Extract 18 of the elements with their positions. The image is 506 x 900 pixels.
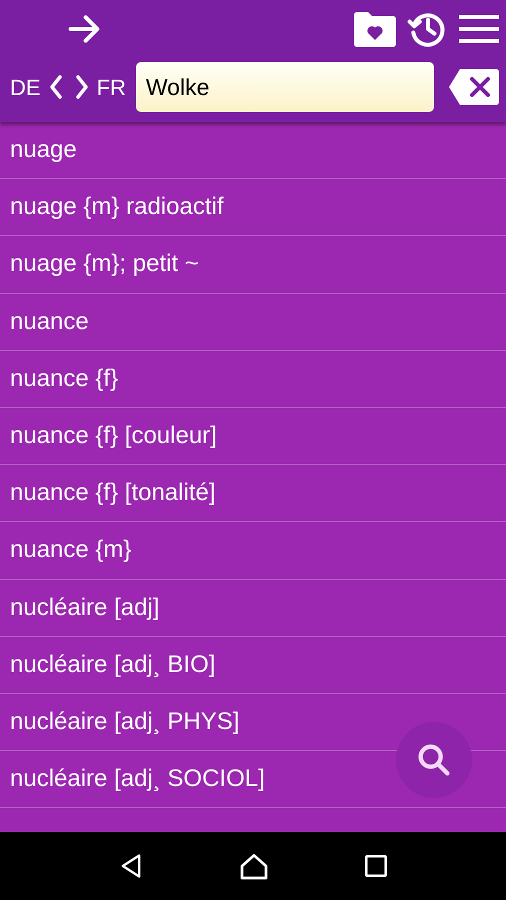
result-entry[interactable]: nucléaire [adj] xyxy=(10,590,160,626)
search-field[interactable]: Wolke xyxy=(136,62,434,112)
result-entry[interactable]: nuance {f} [tonalité] xyxy=(10,475,216,512)
result-entry[interactable]: nucléaire [adj¸ SOCIOL] xyxy=(10,761,265,798)
result-entry[interactable]: nucléaire [adj¸ BIO] xyxy=(10,646,216,683)
recent-apps-icon[interactable] xyxy=(363,853,390,879)
target-language: FR xyxy=(96,74,126,102)
result-entry[interactable]: nuance {f} xyxy=(10,360,118,397)
result-entry[interactable]: nuage {m}; petit ~ xyxy=(10,246,199,282)
source-language: DE xyxy=(10,74,41,102)
result-entry[interactable]: nuance {m} xyxy=(10,532,132,568)
result-entry[interactable]: nuance {f} [couleur] xyxy=(10,418,217,454)
heart-folder-icon[interactable] xyxy=(352,9,398,49)
result-entry[interactable]: nucléaire [adj¸ PHYS] xyxy=(10,704,240,740)
clear-input-icon[interactable] xyxy=(448,67,500,107)
result-entry[interactable]: nuage xyxy=(10,132,77,168)
result-entry[interactable]: nuance xyxy=(10,304,89,340)
result-entry[interactable]: nuage {m} radioactif xyxy=(10,189,224,226)
